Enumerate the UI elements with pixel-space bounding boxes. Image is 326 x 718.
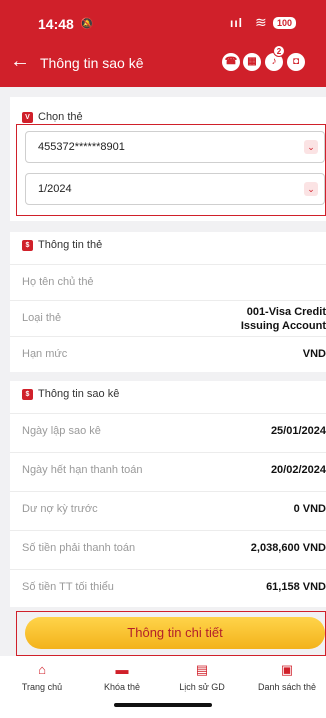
bottom-tab-bar: ⌂ Trang chủ ▬ Khóa thẻ ▤ Lịch sử GD ▣ Da…: [0, 656, 326, 718]
row-label: Số tiền phải thanh toán: [22, 542, 136, 554]
stmt-row-date: Ngày lập sao kê 25/01/2024: [10, 413, 326, 449]
signal-icon: ııl: [230, 16, 244, 30]
row-value: 001-Visa Credit Issuing Account: [241, 305, 326, 333]
select-group: 455372******8901 ⌄ 1/2024 ⌄: [16, 124, 326, 216]
battery-level: 100: [273, 17, 297, 29]
status-bar: 14:48 🔕 ııl ≋ 100: [0, 14, 326, 36]
info-row-limit: Hạn mức VND: [10, 336, 326, 372]
qr-icon[interactable]: ▦: [243, 53, 261, 71]
chevron-down-icon: ⌄: [304, 182, 318, 196]
history-icon: ▤: [195, 662, 209, 677]
row-value: VND: [302, 348, 326, 360]
statement-info-title: Thông tin sao kê: [38, 388, 120, 400]
tab-label: Trang chủ: [21, 682, 63, 692]
page-title: Thông tin sao kê: [40, 55, 144, 71]
home-icon: ⌂: [38, 662, 46, 677]
row-value: 25/01/2024: [270, 425, 326, 437]
visa-icon: V: [22, 112, 33, 123]
stmt-row-minimum: Số tiền TT tối thiểu 61,158 VND: [10, 569, 326, 605]
row-label: Hạn mức: [22, 348, 68, 360]
period-value: 1/2024: [38, 183, 72, 195]
statement-icon: $: [22, 389, 33, 400]
chevron-down-icon: ⌄: [304, 140, 318, 154]
card-info-title: Thông tin thẻ: [38, 239, 103, 251]
tab-label: Khóa thẻ: [103, 682, 141, 692]
info-row-holder: Họ tên chủ thẻ: [10, 264, 326, 300]
card-number-value: 455372******8901: [38, 141, 125, 153]
status-time: 14:48: [38, 16, 74, 32]
row-value: 61,158 VND: [266, 581, 326, 593]
gift-icon[interactable]: ◘: [287, 53, 305, 71]
card-number-select[interactable]: 455372******8901 ⌄: [25, 131, 325, 163]
silent-bell-icon: 🔕: [80, 18, 94, 30]
row-value: 20/02/2024: [270, 464, 326, 476]
row-label: Số tiền TT tối thiểu: [22, 581, 114, 593]
row-value: 0 VND: [293, 503, 326, 515]
tab-label: Danh sách thẻ: [257, 682, 317, 692]
card-list-icon: ▣: [280, 662, 294, 677]
card-info-icon: $: [22, 240, 33, 251]
detail-button[interactable]: Thông tin chi tiết: [25, 617, 325, 649]
row-label: Ngày hết hạn thanh toán: [22, 464, 143, 476]
card-info-panel: $ Thông tin thẻ Họ tên chủ thẻ Loại thẻ …: [10, 232, 326, 372]
tab-lock-card[interactable]: ▬ Khóa thẻ: [87, 662, 157, 692]
app-header: 14:48 🔕 ııl ≋ 100 ← Thông tin sao kê ☎ ▦…: [0, 0, 326, 87]
row-label: Ngày lập sao kê: [22, 425, 101, 437]
detail-button-frame: Thông tin chi tiết: [16, 611, 326, 656]
stmt-row-due: Ngày hết hạn thanh toán 20/02/2024: [10, 452, 326, 488]
home-indicator: [114, 703, 212, 707]
stmt-row-prev-balance: Dư nợ kỳ trước 0 VND: [10, 491, 326, 527]
notification-badge: 2: [273, 45, 285, 57]
card-type-line2: Issuing Account: [240, 320, 326, 332]
tab-history[interactable]: ▤ Lịch sử GD: [167, 662, 237, 692]
wifi-icon: ≋: [255, 14, 267, 30]
tab-home[interactable]: ⌂ Trang chủ: [7, 662, 77, 692]
tab-label: Lịch sử GD: [179, 682, 225, 692]
info-row-card-type: Loại thẻ 001-Visa Credit Issuing Account: [10, 300, 326, 336]
row-value: 2,038,600 VND: [250, 542, 326, 554]
card-lock-icon: ▬: [115, 662, 129, 677]
period-select[interactable]: 1/2024 ⌄: [25, 173, 325, 205]
back-button[interactable]: ←: [10, 51, 30, 71]
statement-info-panel: $ Thông tin sao kê Ngày lập sao kê 25/01…: [10, 381, 326, 607]
row-label: Họ tên chủ thẻ: [22, 276, 94, 288]
tab-card-list[interactable]: ▣ Danh sách thẻ: [252, 662, 322, 692]
stmt-row-amount-due: Số tiền phải thanh toán 2,038,600 VND: [10, 530, 326, 566]
card-type-line1: 001-Visa Credit: [246, 306, 326, 318]
card-section-title: Chọn thẻ: [38, 111, 83, 123]
row-label: Loại thẻ: [22, 312, 62, 324]
row-label: Dư nợ kỳ trước: [22, 503, 98, 515]
support-icon[interactable]: ☎: [222, 53, 240, 71]
